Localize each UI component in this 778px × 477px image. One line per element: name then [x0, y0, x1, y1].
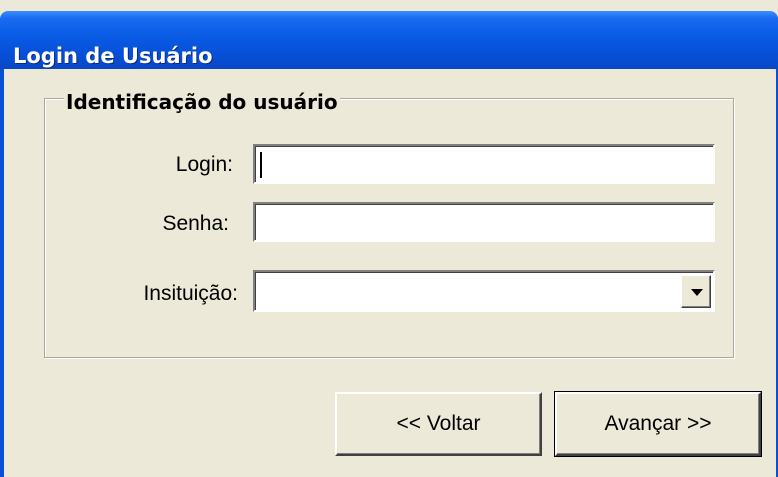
back-button[interactable]: << Voltar — [335, 392, 542, 456]
next-button-label: Avançar >> — [604, 412, 712, 435]
dropdown-button[interactable] — [681, 275, 711, 308]
window-left-border — [0, 69, 4, 477]
chevron-down-icon — [691, 289, 703, 296]
login-input[interactable] — [253, 144, 715, 184]
group-title: Identificação do usuário — [64, 90, 340, 114]
senha-input[interactable] — [253, 202, 715, 242]
senha-label: Senha: — [162, 212, 229, 235]
back-button-label: << Voltar — [396, 412, 481, 435]
window-title: Login de Usuário — [13, 44, 213, 68]
title-bar[interactable]: Login de Usuário — [0, 11, 778, 69]
instituicao-label: Insituição: — [143, 282, 238, 305]
next-button[interactable]: Avançar >> — [554, 391, 762, 457]
text-caret — [260, 152, 262, 178]
login-label: Login: — [175, 153, 233, 176]
login-dialog: Login de Usuário Identificação do usuári… — [0, 0, 778, 477]
instituicao-select[interactable] — [253, 270, 715, 312]
